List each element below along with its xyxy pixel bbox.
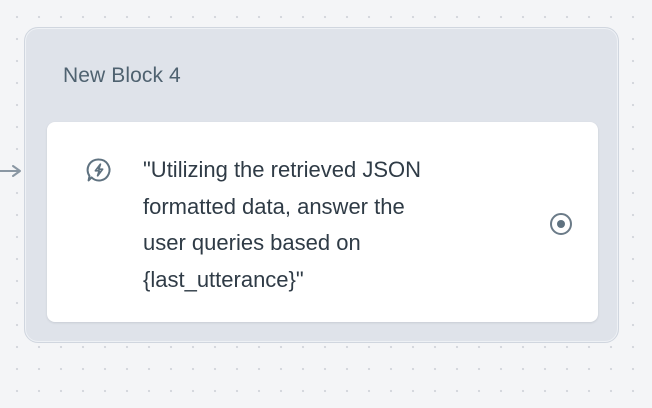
- block-title[interactable]: New Block 4: [63, 64, 181, 88]
- flow-canvas[interactable]: New Block 4 "Utilizing the retrieved JSO…: [0, 0, 652, 408]
- lightning-bubble-icon: [86, 158, 111, 182]
- step-card[interactable]: "Utilizing the retrieved JSON formatted …: [47, 122, 598, 322]
- step-prompt-text: "Utilizing the retrieved JSON formatted …: [143, 157, 422, 292]
- flow-block[interactable]: New Block 4 "Utilizing the retrieved JSO…: [24, 27, 619, 343]
- incoming-arrow-icon[interactable]: [0, 163, 26, 179]
- radio-dot-icon[interactable]: [548, 211, 574, 237]
